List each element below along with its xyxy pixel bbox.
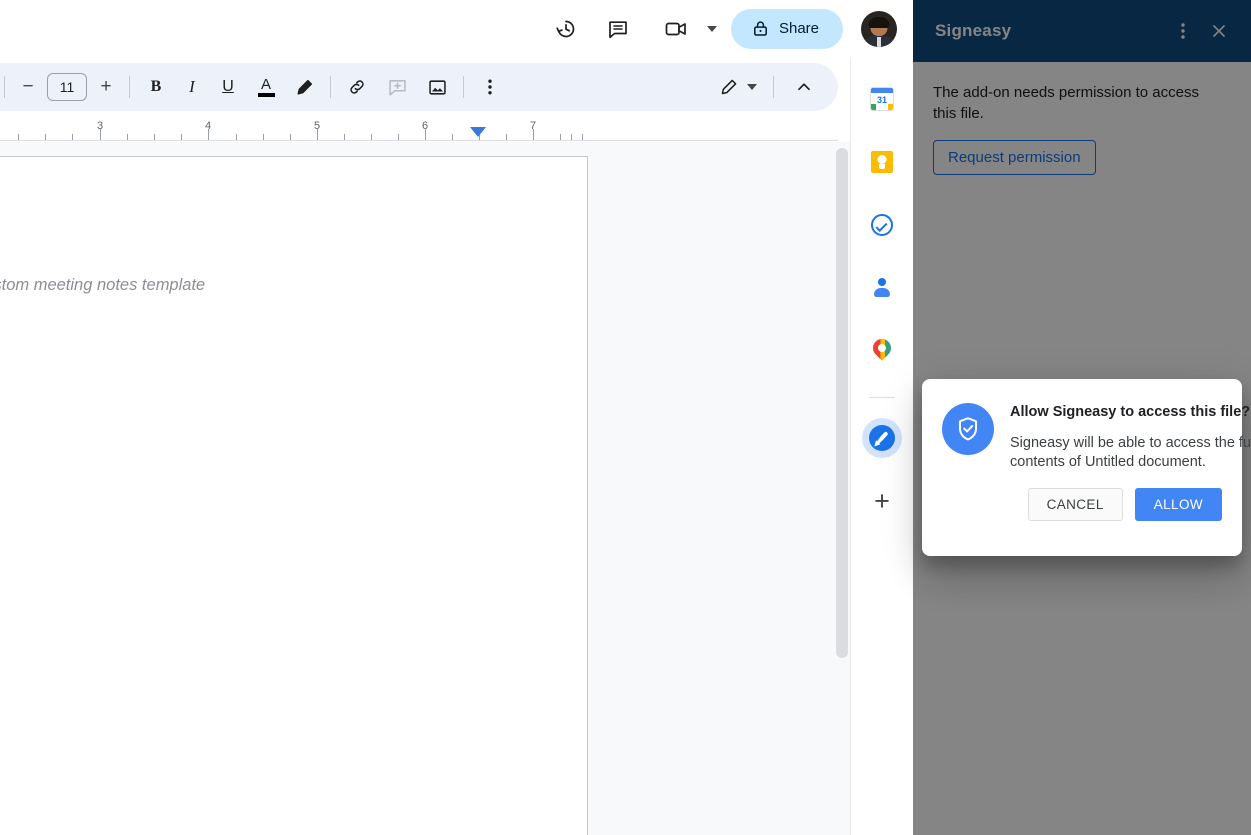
- sidebar-item-contacts[interactable]: [862, 268, 902, 308]
- editing-mode-button[interactable]: [712, 71, 757, 103]
- toolbar-divider: [330, 76, 331, 98]
- google-docs-window: Share − 11 + B I U A: [0, 0, 1251, 835]
- dialog-body: Signeasy will be able to access the full…: [1010, 434, 1251, 472]
- dialog-text-block: Allow Signeasy to access this file? Sign…: [1010, 401, 1222, 472]
- avatar-tie: [877, 37, 881, 47]
- editing-mode-pencil-icon[interactable]: [712, 71, 744, 103]
- ruler-number: 4: [205, 120, 211, 132]
- cancel-button[interactable]: CANCEL: [1028, 488, 1123, 521]
- google-contacts-icon: [871, 277, 893, 299]
- add-comment-icon[interactable]: [381, 71, 413, 103]
- vertical-scrollbar[interactable]: [836, 148, 848, 658]
- formatting-toolbar-container: − 11 + B I U A: [0, 57, 913, 119]
- avatar[interactable]: [861, 11, 897, 47]
- ruler-number: 5: [314, 120, 320, 132]
- google-calendar-icon: 31: [871, 88, 893, 110]
- share-button-label: Share: [779, 20, 819, 37]
- right-indent-marker[interactable]: [470, 127, 486, 137]
- decrease-font-size-button[interactable]: −: [15, 74, 41, 100]
- underline-button[interactable]: U: [212, 71, 244, 103]
- signeasy-icon: [869, 425, 895, 451]
- text-color-letter: A: [261, 78, 271, 91]
- toolbar-divider: [129, 76, 130, 98]
- sidebar-item-calendar[interactable]: 31: [862, 79, 902, 119]
- increase-font-size-button[interactable]: +: [93, 74, 119, 100]
- google-meet-button[interactable]: [650, 9, 717, 49]
- font-size-input[interactable]: 11: [47, 73, 87, 101]
- text-color-button[interactable]: A: [250, 71, 282, 103]
- toolbar-divider: [4, 76, 5, 98]
- insert-image-icon[interactable]: [421, 71, 453, 103]
- document-canvas[interactable]: f a custom meeting notes template: [0, 142, 913, 835]
- insert-link-icon[interactable]: [341, 71, 373, 103]
- top-bar: Share: [0, 0, 913, 57]
- ruler[interactable]: 3 4 5 6 7: [0, 119, 838, 141]
- avatar-hair: [869, 17, 890, 28]
- rail-divider: [869, 397, 895, 398]
- toolbar-divider: [773, 76, 774, 98]
- sidebar-item-tasks[interactable]: [862, 205, 902, 245]
- google-meet-icon[interactable]: [656, 9, 696, 49]
- comment-history-icon[interactable]: [598, 9, 638, 49]
- more-options-icon[interactable]: [474, 71, 506, 103]
- dialog-title: Allow Signeasy to access this file?: [1010, 404, 1222, 420]
- chevron-down-icon[interactable]: [747, 84, 757, 90]
- italic-button[interactable]: I: [176, 71, 208, 103]
- bold-button[interactable]: B: [140, 71, 172, 103]
- sidebar-item-signeasy[interactable]: [862, 418, 902, 458]
- ruler-number: 3: [97, 120, 103, 132]
- toolbar-divider: [463, 76, 464, 98]
- calendar-day-number: 31: [871, 93, 893, 107]
- collapse-toolbar-chevron-icon[interactable]: [788, 71, 820, 103]
- highlighter-icon[interactable]: [288, 71, 320, 103]
- dialog-actions: CANCEL ALLOW: [942, 488, 1222, 521]
- google-maps-icon: [873, 339, 891, 363]
- text-color-swatch: [258, 93, 275, 97]
- permission-dialog: Allow Signeasy to access this file? Sign…: [922, 379, 1242, 556]
- side-app-rail: 31 +: [850, 57, 913, 835]
- ruler-number: 7: [530, 120, 536, 132]
- document-line[interactable]: f a custom meeting notes template: [0, 276, 205, 295]
- lock-icon: [751, 19, 770, 38]
- share-button[interactable]: Share: [731, 9, 843, 49]
- formatting-toolbar: − 11 + B I U A: [0, 63, 838, 111]
- ruler-number: 6: [422, 120, 428, 132]
- allow-button[interactable]: ALLOW: [1135, 488, 1222, 521]
- document-page[interactable]: f a custom meeting notes template: [0, 156, 588, 835]
- sidebar-item-keep[interactable]: [862, 142, 902, 182]
- add-addon-button[interactable]: +: [862, 481, 902, 521]
- sidebar-item-maps[interactable]: [862, 331, 902, 371]
- chevron-down-icon[interactable]: [707, 26, 717, 32]
- version-history-icon[interactable]: [546, 9, 586, 49]
- shield-check-icon: [942, 403, 994, 455]
- plus-icon: +: [874, 488, 890, 515]
- google-keep-icon: [871, 151, 893, 173]
- google-tasks-icon: [871, 214, 893, 236]
- dialog-content-row: Allow Signeasy to access this file? Sign…: [942, 401, 1222, 472]
